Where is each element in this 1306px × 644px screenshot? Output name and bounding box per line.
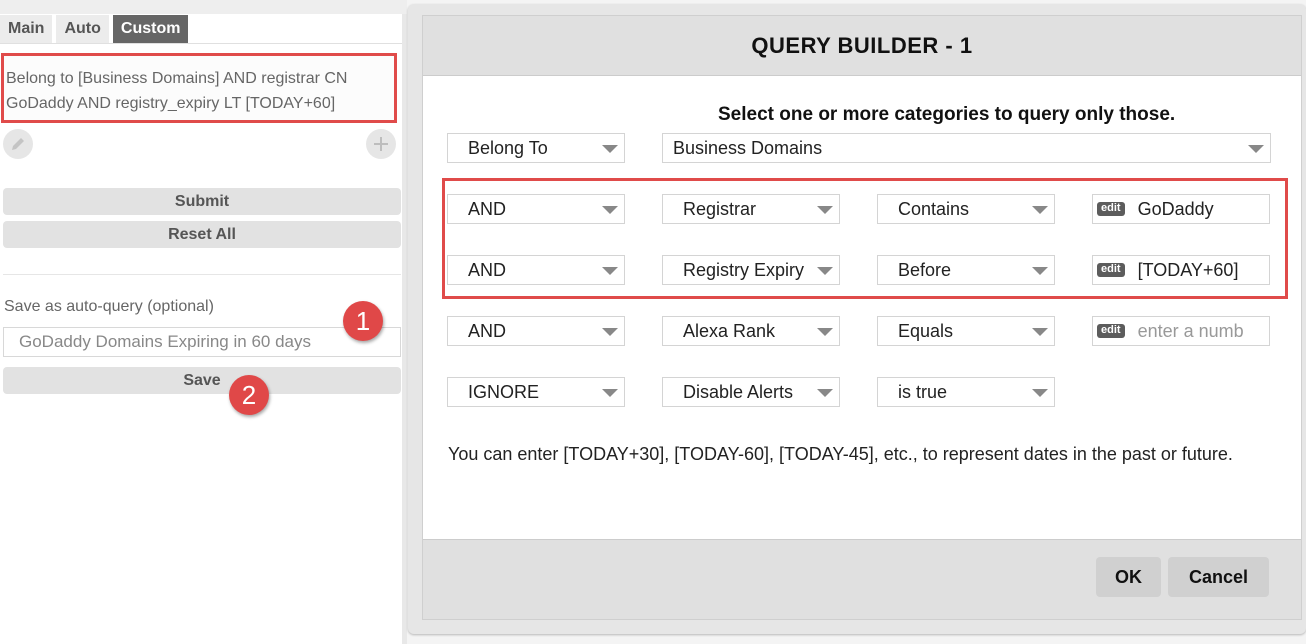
row-1-value-input[interactable]: edit GoDaddy [1092,194,1270,224]
date-hint-text: You can enter [TODAY+30], [TODAY-60], [T… [448,444,1233,464]
row-4-field-value: Disable Alerts [683,382,794,402]
row-4-operator-select[interactable]: is true [877,377,1055,407]
edit-icon: edit [1097,323,1125,338]
row-2-value: [TODAY+60] [1137,260,1239,280]
tabs-divider [0,43,405,44]
screen: Main Auto Custom Belong to [Business Dom… [0,0,1306,644]
row-4-logic-value: IGNORE [468,382,540,402]
row-1-operator-value: Contains [898,199,970,219]
chevron-down-icon [602,328,618,336]
row-1-value: GoDaddy [1137,199,1214,219]
edit-icon: edit [1097,201,1125,216]
chevron-down-icon [602,206,618,214]
cancel-button[interactable]: Cancel [1168,557,1269,597]
row-1-field-select[interactable]: Registrar [662,194,840,224]
step-badge-1: 1 [343,301,383,341]
step-badge-2: 2 [229,375,269,415]
chevron-down-icon [602,267,618,275]
tab-auto[interactable]: Auto [56,15,109,43]
chevron-down-icon [1032,206,1048,214]
row-2-operator-select[interactable]: Before [877,255,1055,285]
row-3-field-select[interactable]: Alexa Rank [662,316,840,346]
save-as-label: Save as auto-query (optional) [4,298,214,315]
row-2-field-value: Registry Expiry [683,260,805,280]
row-1-logic-select[interactable]: AND [447,194,625,224]
scrollbar[interactable] [402,14,407,644]
divider [3,274,401,275]
row-1-field-value: Registrar [683,199,757,219]
dialog-title: QUERY BUILDER - 1 [423,16,1301,76]
plus-icon[interactable] [366,129,396,159]
auto-query-name-input[interactable]: GoDaddy Domains Expiring in 60 days [3,327,401,357]
submit-button[interactable]: Submit [3,188,401,215]
dialog-subtitle: Select one or more categories to query o… [718,104,1176,125]
row-3-logic-select[interactable]: AND [447,316,625,346]
row-3-value-placeholder: enter a numb [1137,321,1244,341]
row-4-field-select[interactable]: Disable Alerts [662,377,840,407]
reset-all-button[interactable]: Reset All [3,221,401,248]
chevron-down-icon [1032,267,1048,275]
edit-icon: edit [1097,262,1125,277]
dialog-footer: OK Cancel [423,539,1301,619]
category-value: Business Domains [673,138,823,158]
chevron-down-icon [817,389,833,397]
row-2-operator-value: Before [898,260,952,280]
row-3-operator-value: Equals [898,321,954,341]
save-button[interactable]: Save [3,367,401,394]
chevron-down-icon [602,145,618,153]
tab-custom[interactable]: Custom [112,15,189,43]
row-2-logic-value: AND [468,260,507,280]
chevron-down-icon [1032,389,1048,397]
category-select[interactable]: Business Domains [662,133,1271,163]
chevron-down-icon [817,206,833,214]
query-builder-dialog: QUERY BUILDER - 1 Select one or more cat… [422,15,1302,620]
query-summary: Belong to [Business Domains] AND registr… [1,53,397,123]
row-1-logic-value: AND [468,199,507,219]
tab-main[interactable]: Main [0,15,53,43]
chevron-down-icon [817,267,833,275]
row-1-operator-select[interactable]: Contains [877,194,1055,224]
ok-button[interactable]: OK [1096,557,1161,597]
row-3-operator-select[interactable]: Equals [877,316,1055,346]
top-strip [0,0,407,14]
row-3-logic-value: AND [468,321,507,341]
row-4-operator-value: is true [898,382,948,402]
chevron-down-icon [817,328,833,336]
belong-to-value: Belong To [468,138,548,158]
chevron-down-icon [602,389,618,397]
tab-bar: Main Auto Custom [0,15,192,43]
chevron-down-icon [1032,328,1048,336]
row-2-value-input[interactable]: edit [TODAY+60] [1092,255,1270,285]
row-4-logic-select[interactable]: IGNORE [447,377,625,407]
row-3-value-input[interactable]: edit enter a numb [1092,316,1270,346]
belong-to-select[interactable]: Belong To [447,133,625,163]
row-2-field-select[interactable]: Registry Expiry [662,255,840,285]
row-3-field-value: Alexa Rank [683,321,776,341]
left-panel: Main Auto Custom Belong to [Business Dom… [0,0,407,644]
row-2-logic-select[interactable]: AND [447,255,625,285]
chevron-down-icon [1248,145,1264,153]
pencil-icon[interactable] [3,129,33,159]
